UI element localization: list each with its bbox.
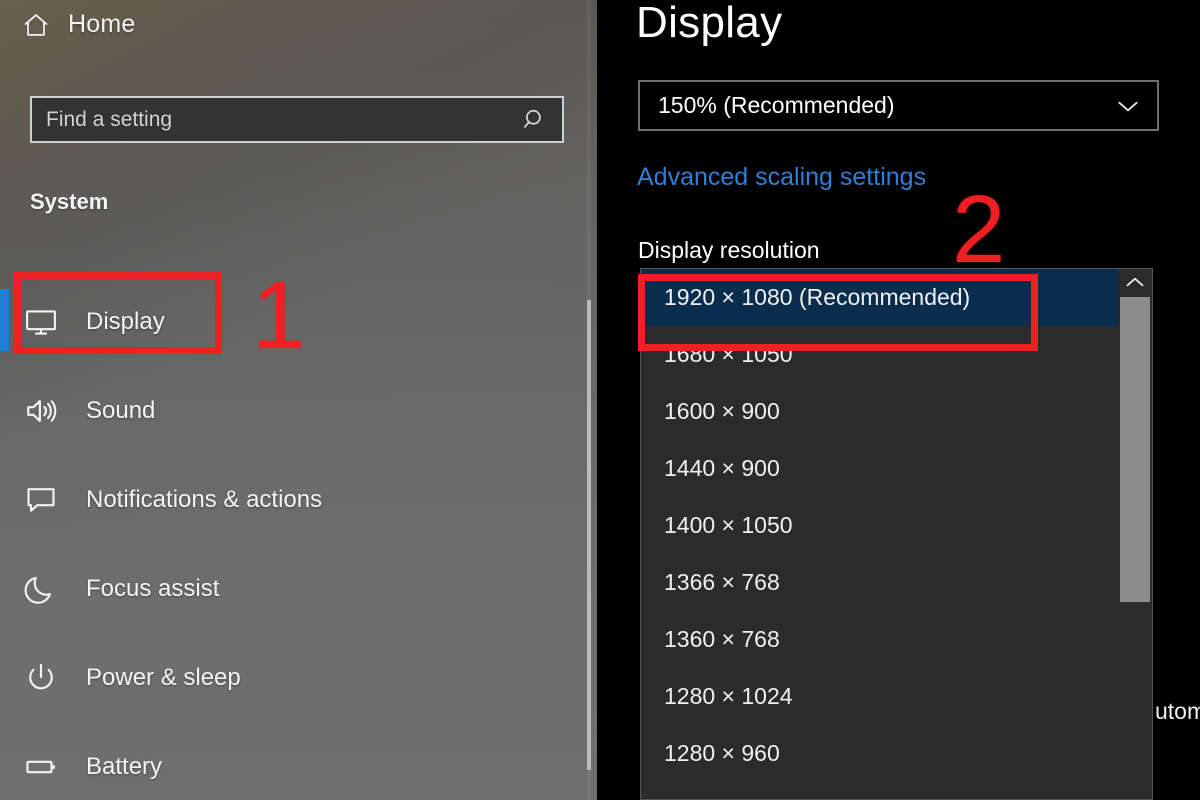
monitor-icon bbox=[24, 305, 58, 339]
sidebar-item-battery[interactable]: Battery bbox=[0, 722, 597, 800]
sidebar-item-notifications[interactable]: Notifications & actions bbox=[0, 455, 597, 544]
moon-icon bbox=[24, 572, 58, 606]
resolution-option[interactable]: 1280 × 1024 bbox=[641, 668, 1152, 725]
dropdown-scrollbar-thumb[interactable] bbox=[1120, 297, 1150, 602]
sidebar-item-label: Battery bbox=[86, 752, 163, 780]
section-title: System bbox=[30, 189, 109, 214]
home-icon bbox=[22, 11, 50, 39]
selected-accent-bar bbox=[0, 289, 9, 351]
power-icon bbox=[24, 661, 58, 695]
sidebar-item-label: Display bbox=[86, 307, 165, 335]
sidebar-item-label: Notifications & actions bbox=[86, 485, 323, 513]
clipped-background-text: utom bbox=[1155, 698, 1200, 724]
sidebar-item-label: Sound bbox=[86, 396, 156, 424]
resolution-option[interactable]: 1440 × 900 bbox=[641, 440, 1152, 497]
sidebar-item-label: Power & sleep bbox=[86, 663, 241, 691]
chat-bubble-icon bbox=[24, 483, 58, 517]
search-input[interactable]: Find a setting bbox=[30, 96, 564, 143]
home-label: Home bbox=[68, 10, 136, 38]
advanced-scaling-settings-link[interactable]: Advanced scaling settings bbox=[637, 163, 926, 192]
sidebar-item-label: Focus assist bbox=[86, 574, 220, 602]
speaker-icon bbox=[24, 394, 58, 428]
resolution-option[interactable]: 1680 × 1050 bbox=[641, 326, 1152, 383]
resolution-option[interactable]: 1600 × 900 bbox=[641, 383, 1152, 440]
resolution-option[interactable]: 1400 × 1050 bbox=[641, 497, 1152, 554]
resolution-option[interactable]: 1366 × 768 bbox=[641, 554, 1152, 611]
resolution-dropdown-list[interactable]: 1920 × 1080 (Recommended) 1680 × 1050 16… bbox=[640, 268, 1153, 800]
search-icon[interactable] bbox=[522, 107, 548, 133]
scale-selected-value: 150% (Recommended) bbox=[658, 92, 895, 118]
page-title: Display bbox=[636, 0, 783, 47]
settings-sidebar: Home Find a setting System Display Sound… bbox=[0, 0, 597, 800]
sidebar-scrollbar-thumb[interactable] bbox=[587, 300, 591, 770]
home-nav-button[interactable]: Home bbox=[22, 10, 136, 39]
settings-window: Home Find a setting System Display Sound… bbox=[0, 0, 1200, 800]
scroll-up-button[interactable] bbox=[1118, 269, 1152, 295]
resolution-option[interactable]: 1360 × 768 bbox=[641, 611, 1152, 668]
resolution-option[interactable]: 1280 × 960 bbox=[641, 725, 1152, 782]
sidebar-nav-list: Display Sound Notifications & actions Fo… bbox=[0, 277, 597, 800]
display-resolution-label: Display resolution bbox=[638, 237, 820, 263]
resolution-option[interactable]: 1920 × 1080 (Recommended) bbox=[641, 269, 1152, 326]
sidebar-item-display[interactable]: Display bbox=[0, 277, 597, 366]
sidebar-item-power-sleep[interactable]: Power & sleep bbox=[0, 633, 597, 722]
sidebar-item-focus-assist[interactable]: Focus assist bbox=[0, 544, 597, 633]
scale-dropdown[interactable]: 150% (Recommended) bbox=[638, 80, 1159, 131]
sidebar-item-sound[interactable]: Sound bbox=[0, 366, 597, 455]
search-placeholder: Find a setting bbox=[46, 107, 173, 131]
battery-icon bbox=[24, 750, 58, 784]
chevron-down-icon bbox=[1115, 93, 1141, 119]
chevron-up-icon bbox=[1125, 275, 1145, 289]
dropdown-scrollbar[interactable] bbox=[1118, 269, 1152, 799]
